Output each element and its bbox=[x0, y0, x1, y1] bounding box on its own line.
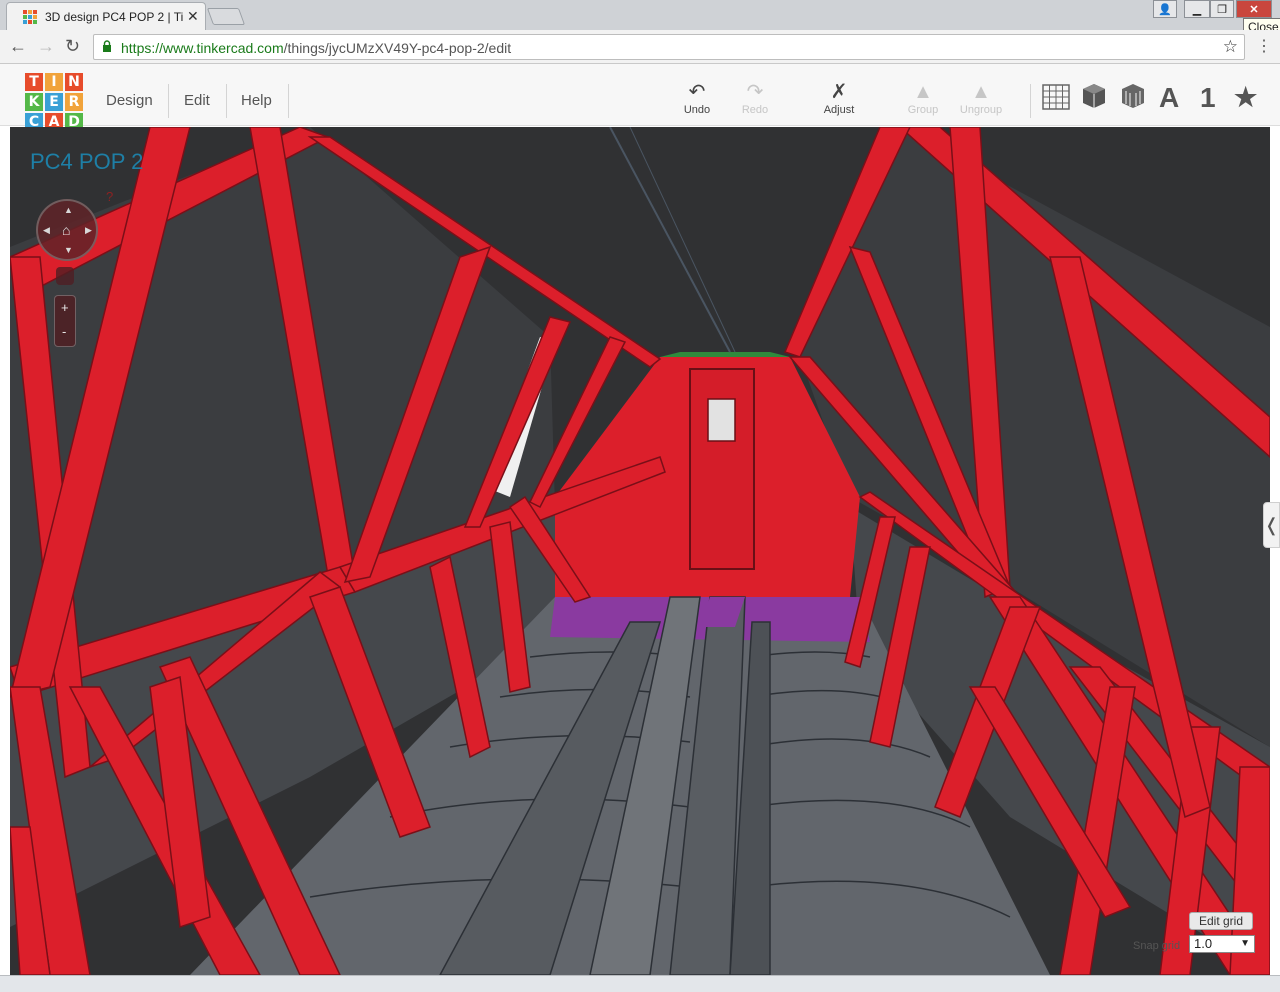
grid-view-icon[interactable] bbox=[1042, 84, 1070, 110]
url-text: https://www.tinkercad.com/things/jycUMzX… bbox=[121, 40, 511, 56]
menu-help[interactable]: Help bbox=[241, 92, 272, 109]
adjust-icon: ✗ bbox=[830, 81, 848, 103]
view-cube-icon[interactable] bbox=[56, 267, 74, 285]
zoom-control: + - bbox=[54, 295, 76, 347]
menu-divider bbox=[168, 84, 169, 118]
toolbar-divider bbox=[1030, 84, 1031, 118]
tab-close-icon[interactable]: ✕ bbox=[187, 8, 199, 25]
browser-menu-icon[interactable]: ⋮ bbox=[1256, 36, 1272, 56]
url-secure-part: https://www.tinkercad.com bbox=[121, 40, 284, 56]
tab-title: 3D design PC4 POP 2 | Ti bbox=[45, 10, 183, 24]
browser-toolbar: ← → ↻ https://www.tinkercad.com/things/j… bbox=[0, 30, 1280, 64]
group-icon: ▲ bbox=[913, 81, 933, 103]
tinkercad-header: TINKERCAD Design Edit Help ↶ Undo ↷ Redo… bbox=[0, 64, 1280, 131]
panel-collapse-button[interactable]: ❬ bbox=[1263, 502, 1280, 548]
3d-workplane[interactable]: PC4 POP 2 ? ▲ ▼ ◀ ▶ ⌂ + - bbox=[10, 127, 1270, 975]
zoom-out-button[interactable]: - bbox=[62, 324, 66, 339]
adjust-button[interactable]: ✗ Adjust bbox=[820, 80, 858, 116]
edit-grid-button[interactable]: Edit grid bbox=[1189, 912, 1253, 930]
home-view-icon[interactable]: ⌂ bbox=[62, 222, 70, 238]
undo-icon: ↶ bbox=[688, 81, 706, 103]
orbit-up-icon[interactable]: ▲ bbox=[64, 205, 73, 215]
os-taskbar bbox=[0, 975, 1280, 992]
design-title[interactable]: PC4 POP 2 bbox=[30, 149, 143, 175]
group-label: Group bbox=[907, 104, 939, 116]
back-button[interactable]: ← bbox=[9, 36, 27, 57]
menu-design[interactable]: Design bbox=[106, 92, 153, 109]
redo-label: Redo bbox=[741, 104, 769, 116]
reload-button[interactable]: ↻ bbox=[65, 36, 80, 57]
3d-scene[interactable] bbox=[10, 127, 1270, 975]
logo-letter: K bbox=[25, 93, 43, 111]
minimize-button[interactable]: ▁ bbox=[1184, 0, 1210, 18]
chevron-down-icon: ▼ bbox=[1240, 938, 1250, 949]
logo-letter: T bbox=[25, 73, 43, 91]
orbit-down-icon[interactable]: ▼ bbox=[64, 245, 73, 255]
bookmark-star-icon[interactable]: ☆ bbox=[1223, 37, 1238, 57]
logo-letter: N bbox=[65, 73, 83, 91]
number-tool-icon[interactable]: 1 bbox=[1200, 82, 1216, 114]
orbit-right-icon[interactable]: ▶ bbox=[85, 225, 92, 236]
close-window-button[interactable]: ✕ bbox=[1236, 0, 1272, 18]
orbit-control[interactable]: ▲ ▼ ◀ ▶ ⌂ bbox=[36, 199, 98, 261]
help-icon[interactable]: ? bbox=[106, 189, 113, 204]
logo-letter: E bbox=[45, 93, 63, 111]
redo-button[interactable]: ↷ Redo bbox=[740, 80, 770, 116]
address-bar[interactable]: https://www.tinkercad.com/things/jycUMzX… bbox=[93, 34, 1245, 60]
text-tool-icon[interactable]: A bbox=[1159, 82, 1179, 114]
browser-tab[interactable]: 3D design PC4 POP 2 | Ti ✕ bbox=[6, 2, 206, 30]
menu-divider bbox=[226, 84, 227, 118]
logo-letter: I bbox=[45, 73, 63, 91]
group-button[interactable]: ▲ Group bbox=[904, 80, 942, 116]
ungroup-button[interactable]: ▲ Ungroup bbox=[957, 80, 1005, 116]
favorites-star-icon[interactable]: ★ bbox=[1234, 82, 1257, 113]
undo-label: Undo bbox=[683, 104, 711, 116]
zoom-in-button[interactable]: + bbox=[61, 300, 69, 315]
profile-icon[interactable]: 👤 bbox=[1153, 0, 1177, 18]
orbit-left-icon[interactable]: ◀ bbox=[43, 225, 50, 236]
url-path-part: /things/jycUMzXV49Y-pc4-pop-2/edit bbox=[283, 40, 512, 56]
menu-divider bbox=[288, 84, 289, 118]
adjust-label: Adjust bbox=[823, 104, 855, 116]
tinkercad-favicon-icon bbox=[23, 10, 37, 24]
browser-tabstrip: 3D design PC4 POP 2 | Ti ✕ 👤 ▁ ❐ ✕ Close bbox=[0, 0, 1280, 36]
maximize-button[interactable]: ❐ bbox=[1210, 0, 1234, 18]
new-tab-button[interactable] bbox=[206, 8, 246, 25]
snap-grid-label: Snap grid bbox=[1133, 940, 1181, 952]
tinkercad-logo[interactable]: TINKERCAD bbox=[25, 73, 85, 133]
snap-grid-select[interactable]: 1.0 ▼ bbox=[1189, 935, 1255, 953]
ungroup-icon: ▲ bbox=[971, 81, 991, 103]
logo-letter: R bbox=[65, 93, 83, 111]
lock-icon bbox=[103, 40, 111, 52]
menu-edit[interactable]: Edit bbox=[184, 92, 210, 109]
solid-cube-icon[interactable] bbox=[1081, 82, 1107, 110]
snap-grid-value: 1.0 bbox=[1194, 936, 1213, 951]
redo-icon: ↷ bbox=[746, 81, 764, 103]
undo-button[interactable]: ↶ Undo bbox=[682, 80, 712, 116]
ungroup-label: Ungroup bbox=[959, 104, 1003, 116]
forward-button[interactable]: → bbox=[37, 36, 55, 57]
wireframe-cube-icon[interactable] bbox=[1120, 82, 1146, 110]
